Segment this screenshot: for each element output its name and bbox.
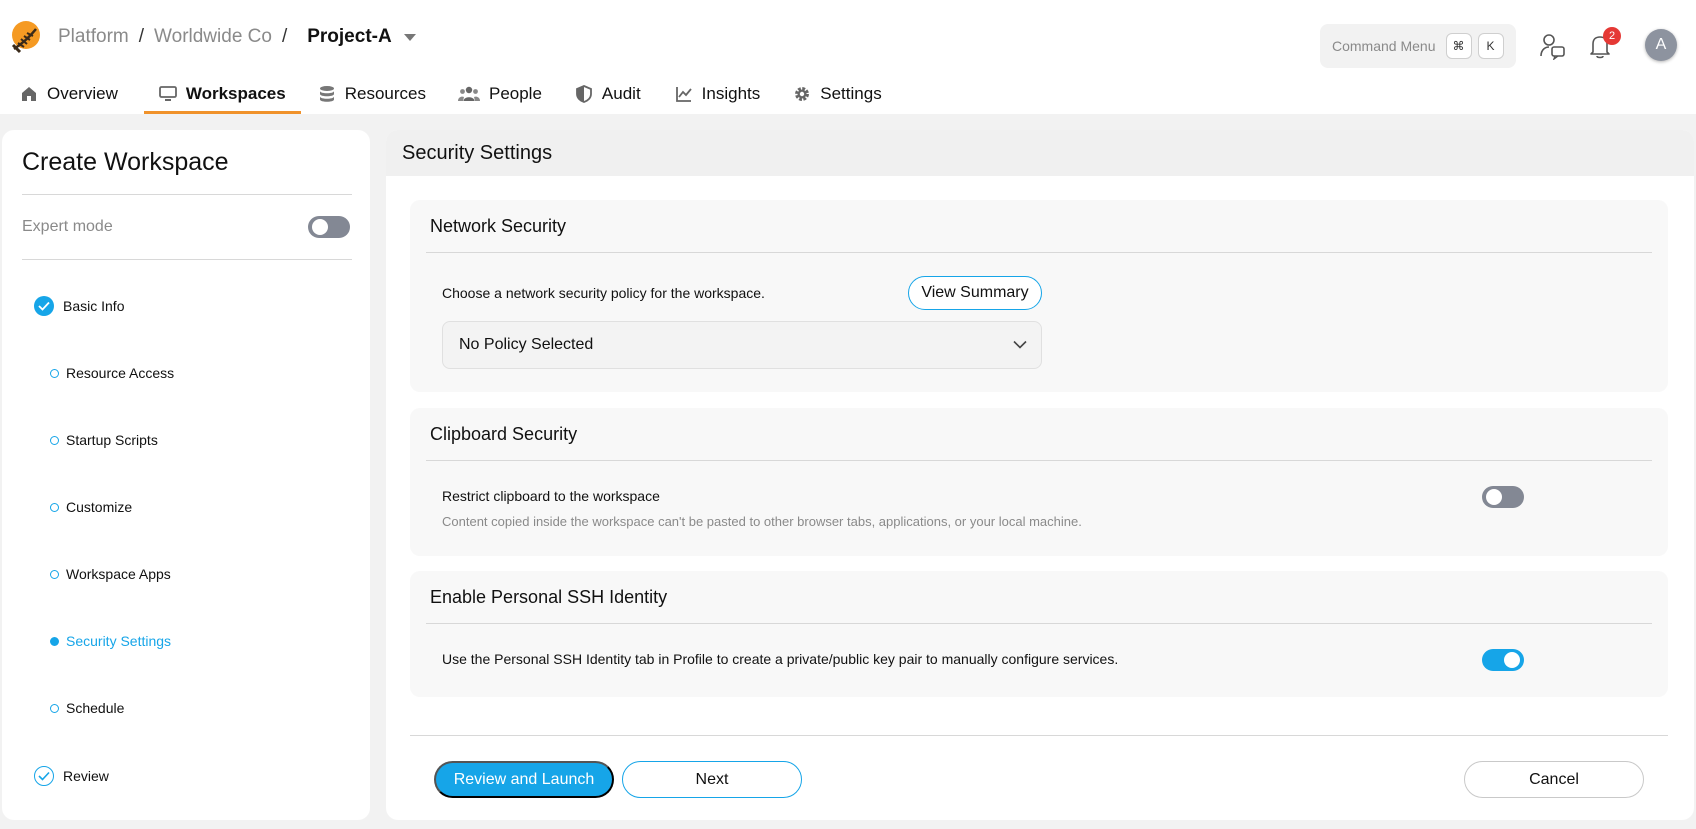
monitor-icon xyxy=(158,86,177,101)
step-dot-icon xyxy=(50,502,59,512)
people-icon xyxy=(457,86,480,101)
check-circle-icon xyxy=(34,766,54,786)
step-security-settings[interactable]: Security Settings xyxy=(50,633,171,649)
top-header: Platform / Worldwide Co / Project-A Comm… xyxy=(0,0,1696,114)
view-summary-button[interactable]: View Summary xyxy=(908,276,1042,310)
step-dot-icon xyxy=(50,368,59,378)
notification-badge: 2 xyxy=(1603,27,1621,45)
network-security-card: Network Security Choose a network securi… xyxy=(410,200,1668,392)
step-review[interactable]: Review xyxy=(34,766,109,786)
card-title: Network Security xyxy=(430,216,567,236)
card-title: Clipboard Security xyxy=(430,424,578,444)
expert-mode-toggle[interactable] xyxy=(308,216,350,238)
security-settings-panel: Security Settings Network Security Choos… xyxy=(386,130,1694,820)
divider xyxy=(22,259,352,260)
tab-label: Overview xyxy=(47,84,118,103)
step-label: Basic Info xyxy=(63,298,125,314)
ssh-identity-card: Enable Personal SSH Identity Use the Per… xyxy=(410,571,1668,697)
home-icon xyxy=(22,87,36,101)
tab-label: Resources xyxy=(344,84,426,103)
step-label: Resource Access xyxy=(66,365,175,381)
breadcrumb-separator: / xyxy=(281,26,288,47)
step-basic-info[interactable]: Basic Info xyxy=(34,296,124,316)
expert-mode-label: Expert mode xyxy=(22,218,113,235)
tab-overview[interactable]: Overview xyxy=(20,74,118,114)
tab-label: Settings xyxy=(820,84,882,103)
ssh-identity-toggle[interactable] xyxy=(1482,649,1524,671)
breadcrumb-org[interactable]: Worldwide Co xyxy=(154,26,272,48)
k-key: K xyxy=(1477,33,1504,59)
create-workspace-panel: Create Workspace Expert mode Basic Info … xyxy=(2,130,370,820)
divider xyxy=(410,735,1668,736)
gear-icon xyxy=(795,87,810,101)
ssh-description: Use the Personal SSH Identity tab in Pro… xyxy=(442,651,1119,667)
review-and-launch-button[interactable]: Review and Launch xyxy=(434,761,614,798)
command-key: ⌘ xyxy=(1445,33,1472,59)
breadcrumb-project[interactable]: Project-A xyxy=(307,26,391,48)
tab-audit[interactable]: Audit xyxy=(575,74,641,114)
clipboard-description: Content copied inside the workspace can'… xyxy=(442,514,1082,529)
step-label: Review xyxy=(63,768,109,784)
network-description: Choose a network security policy for the… xyxy=(442,285,765,301)
page-title: Security Settings xyxy=(402,142,553,164)
clipboard-label: Restrict clipboard to the workspace xyxy=(442,488,660,504)
divider xyxy=(426,460,1652,461)
breadcrumb-platform[interactable]: Platform xyxy=(58,26,129,48)
cancel-button[interactable]: Cancel xyxy=(1464,761,1644,798)
panel-title: Create Workspace xyxy=(22,148,229,176)
network-policy-select[interactable]: No Policy Selected xyxy=(442,321,1042,369)
card-title: Enable Personal SSH Identity xyxy=(430,587,668,607)
tab-people[interactable]: People xyxy=(457,74,542,114)
tab-resources[interactable]: Resources xyxy=(318,74,426,114)
step-label: Schedule xyxy=(66,700,125,716)
tab-label: Workspaces xyxy=(185,84,286,103)
divider xyxy=(426,623,1652,624)
main-tabs: Overview Workspaces Resources People Aud… xyxy=(0,74,882,114)
clipboard-restrict-toggle[interactable] xyxy=(1482,486,1524,508)
tab-insights[interactable]: Insights xyxy=(675,74,761,114)
logo-icon[interactable] xyxy=(10,19,40,55)
contact-icon[interactable] xyxy=(1539,32,1567,60)
chevron-down-icon[interactable] xyxy=(403,33,416,41)
select-value: No Policy Selected xyxy=(459,336,594,353)
step-startup-scripts[interactable]: Startup Scripts xyxy=(50,432,158,448)
tab-settings[interactable]: Settings xyxy=(793,74,882,114)
tab-label: Insights xyxy=(701,84,761,103)
clipboard-security-card: Clipboard Security Restrict clipboard to… xyxy=(410,408,1668,556)
database-icon xyxy=(319,86,334,102)
breadcrumb-separator: / xyxy=(138,26,145,47)
tab-workspaces[interactable]: Workspaces xyxy=(143,74,301,114)
chart-icon xyxy=(675,87,692,102)
step-label: Workspace Apps xyxy=(66,566,171,582)
step-dot-icon xyxy=(50,703,59,713)
step-dot-icon xyxy=(50,636,59,646)
tab-label: People xyxy=(488,84,542,103)
step-dot-icon xyxy=(50,435,59,445)
step-workspace-apps[interactable]: Workspace Apps xyxy=(50,566,171,582)
step-resource-access[interactable]: Resource Access xyxy=(50,365,174,381)
command-menu-button[interactable]: Command Menu ⌘ K xyxy=(1320,24,1516,68)
tab-label: Audit xyxy=(601,84,641,103)
step-label: Startup Scripts xyxy=(66,432,158,448)
step-label: Security Settings xyxy=(66,633,172,649)
step-label: Customize xyxy=(66,499,133,515)
panel-header: Security Settings xyxy=(386,130,1694,176)
next-button[interactable]: Next xyxy=(622,761,802,798)
chevron-down-icon xyxy=(1013,340,1027,349)
shield-icon xyxy=(576,85,592,103)
check-circle-icon xyxy=(34,296,54,316)
avatar[interactable]: A xyxy=(1645,29,1677,61)
step-customize[interactable]: Customize xyxy=(50,499,132,515)
breadcrumb: Platform / Worldwide Co / Project-A xyxy=(58,26,416,48)
step-dot-icon xyxy=(50,569,59,579)
step-schedule[interactable]: Schedule xyxy=(50,700,124,716)
command-menu-label: Command Menu xyxy=(1332,38,1436,54)
divider xyxy=(22,194,352,195)
divider xyxy=(426,252,1652,253)
